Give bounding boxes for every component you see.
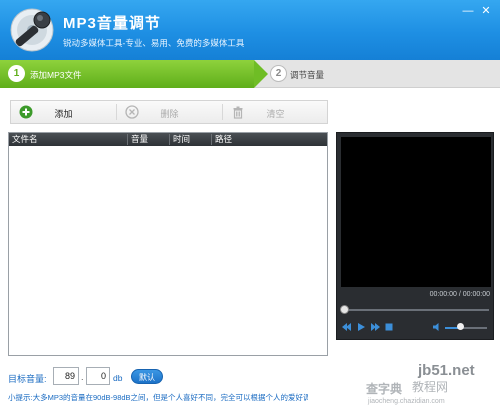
watermark-site: jb51.net bbox=[418, 362, 475, 379]
play-icon[interactable] bbox=[356, 322, 366, 332]
clear-button[interactable]: 清空 bbox=[223, 101, 328, 123]
seek-handle[interactable] bbox=[340, 305, 349, 314]
volume-handle[interactable] bbox=[456, 323, 464, 330]
step-label-add-files: 添加MP3文件 bbox=[30, 70, 82, 80]
timecode: 00:00:00 / 00:00:00 bbox=[429, 291, 490, 298]
delete-label: 删除 bbox=[160, 109, 179, 119]
table-header: 文件名 音量 时间 路径 bbox=[9, 133, 327, 146]
file-toolbar: 添加 删除 清空 bbox=[10, 100, 328, 124]
watermark-brand-secondary: 教程网 bbox=[412, 380, 449, 394]
decimal-point: . bbox=[81, 372, 84, 382]
app-title: MP3音量调节 bbox=[63, 15, 161, 32]
next-icon[interactable] bbox=[370, 322, 380, 332]
delete-button[interactable]: 删除 bbox=[117, 101, 222, 123]
app-subtitle: 锐动多媒体工具-专业、易用、免费的多媒体工具 bbox=[63, 38, 245, 48]
video-screen bbox=[341, 137, 491, 287]
db-unit-label: db bbox=[113, 373, 123, 383]
add-button[interactable]: 添加 bbox=[11, 101, 116, 123]
microphone-cd-logo-icon bbox=[10, 8, 54, 52]
watermark-url: jiaocheng.chazidian.com bbox=[368, 398, 445, 405]
app-header: MP3音量调节 锐动多媒体工具-专业、易用、免费的多媒体工具 — ✕ bbox=[0, 0, 500, 60]
volume-slider[interactable] bbox=[445, 327, 487, 329]
minimize-button[interactable]: — bbox=[460, 4, 476, 18]
column-volume[interactable]: 音量 bbox=[127, 134, 169, 145]
previous-icon[interactable] bbox=[342, 322, 352, 332]
add-label: 添加 bbox=[54, 109, 73, 119]
speaker-icon[interactable] bbox=[432, 322, 442, 332]
step-adjust-volume[interactable]: 调节音量 bbox=[290, 69, 324, 81]
watermark-brand: 查字典 bbox=[366, 382, 403, 396]
file-list-table[interactable]: 文件名 音量 时间 路径 bbox=[8, 132, 328, 356]
column-time[interactable]: 时间 bbox=[169, 134, 211, 145]
tip-text: 小提示:大多MP3的音量在90dB-98dB之间，但是个人喜好不同，完全可以根据… bbox=[8, 393, 308, 402]
column-path[interactable]: 路径 bbox=[211, 134, 327, 145]
target-volume-integer-input[interactable]: 89 bbox=[53, 367, 79, 385]
target-volume-label: 目标音量: bbox=[8, 374, 47, 384]
seek-bar[interactable] bbox=[343, 309, 489, 311]
step-arrow bbox=[254, 60, 268, 88]
step-add-files[interactable]: 1 添加MP3文件 bbox=[0, 60, 254, 88]
default-button[interactable]: 默认 bbox=[131, 369, 163, 384]
step-number-1: 1 bbox=[8, 65, 25, 82]
stop-icon[interactable] bbox=[384, 322, 394, 332]
step-number-2[interactable]: 2 bbox=[270, 65, 287, 82]
step-bar: 1 添加MP3文件 2 调节音量 bbox=[0, 60, 500, 88]
target-volume-decimal-input[interactable]: 0 bbox=[86, 367, 110, 385]
column-filename[interactable]: 文件名 bbox=[9, 134, 127, 145]
media-player: 00:00:00 / 00:00:00 bbox=[336, 132, 494, 340]
close-button[interactable]: ✕ bbox=[478, 4, 494, 18]
clear-label: 清空 bbox=[266, 109, 285, 119]
